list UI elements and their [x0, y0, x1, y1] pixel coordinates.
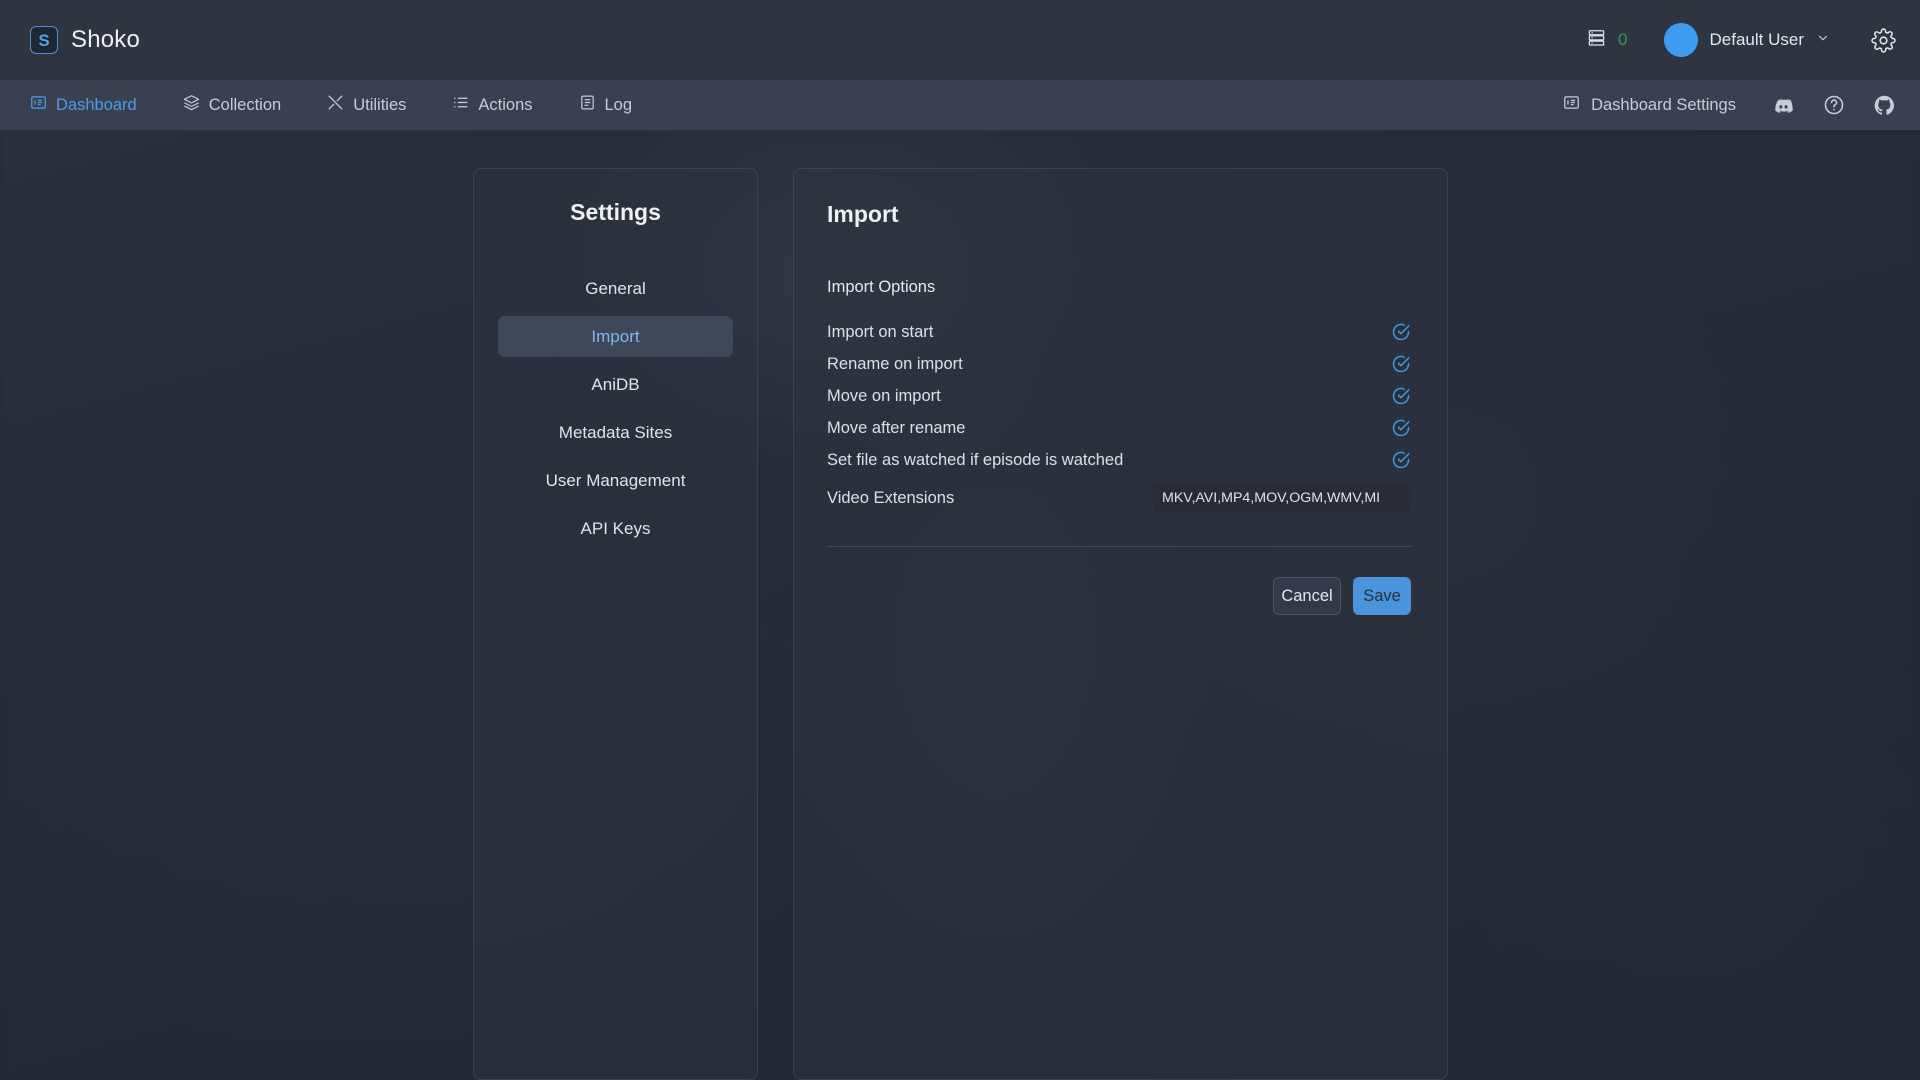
nav-item-actions[interactable]: Actions: [444, 88, 540, 122]
check-circle-icon[interactable]: [1391, 354, 1411, 374]
sidebar-item-label: User Management: [545, 470, 686, 490]
avatar: [1663, 23, 1698, 57]
document-icon: [579, 94, 596, 116]
option-row-move-on-import: Move on import: [827, 380, 1411, 412]
question-circle-icon[interactable]: [1823, 94, 1845, 116]
nav-item-label: Dashboard Settings: [1591, 95, 1736, 114]
settings-sidebar-panel: Settings General Import AniDB Metadata S…: [473, 168, 758, 1080]
app-header: S Shoko 0 Default User: [0, 0, 1920, 80]
dashboard-icon: [30, 94, 47, 116]
video-extensions-input[interactable]: [1153, 483, 1411, 513]
page-title: Import: [827, 201, 899, 227]
nav-item-dashboard[interactable]: Dashboard: [22, 88, 145, 122]
option-row-import-on-start: Import on start: [827, 316, 1411, 348]
chevron-down-icon: [1816, 31, 1830, 50]
github-icon[interactable]: [1873, 94, 1896, 117]
option-row-video-extensions: Video Extensions: [827, 478, 1411, 518]
import-settings-panel: Import Import Options Import on start Re…: [793, 168, 1448, 1080]
shoko-logo-icon: S: [30, 26, 58, 54]
nav-item-label: Utilities: [353, 95, 407, 114]
layers-icon: [183, 94, 200, 116]
option-label: Move on import: [827, 386, 941, 405]
option-row-move-after-rename: Move after rename: [827, 412, 1411, 444]
app-name: Shoko: [71, 26, 141, 53]
option-row-rename-on-import: Rename on import: [827, 348, 1411, 380]
check-circle-icon[interactable]: [1391, 418, 1411, 438]
import-options-list: Import on start Rename on import Move on…: [827, 316, 1411, 518]
app-logo[interactable]: S Shoko: [30, 26, 140, 54]
sidebar-item-general[interactable]: General: [498, 268, 733, 309]
sidebar-item-label: Import: [591, 326, 640, 346]
sidebar-item-label: Metadata Sites: [558, 422, 673, 442]
nav-item-label: Collection: [208, 95, 282, 114]
queue-status[interactable]: 0: [1587, 28, 1628, 52]
check-circle-icon[interactable]: [1391, 322, 1411, 342]
user-name: Default User: [1709, 30, 1804, 49]
list-icon: [452, 94, 469, 116]
nav-item-dashboard-settings[interactable]: Dashboard Settings: [1555, 88, 1744, 122]
settings-panel-title: Settings: [570, 199, 661, 225]
video-extensions-label: Video Extensions: [827, 488, 955, 507]
dashboard-settings-icon: [1563, 94, 1580, 116]
server-stack-icon: [1587, 28, 1606, 52]
user-menu[interactable]: Default User: [1663, 23, 1830, 57]
option-row-set-file-watched: Set file as watched if episode is watche…: [827, 444, 1411, 476]
sidebar-item-import[interactable]: Import: [498, 316, 733, 357]
nav-item-utilities[interactable]: Utilities: [319, 88, 414, 122]
option-label: Import on start: [827, 322, 934, 341]
import-options-label: Import Options: [827, 278, 936, 296]
sidebar-item-label: General: [585, 278, 646, 298]
check-circle-icon[interactable]: [1391, 386, 1411, 406]
nav-items: Dashboard Collection Utilities Actions L…: [22, 88, 640, 122]
settings-nav-list: General Import AniDB Metadata Sites User…: [474, 268, 757, 549]
nav-item-label: Actions: [478, 95, 533, 114]
nav-item-log[interactable]: Log: [571, 88, 641, 122]
option-label: Rename on import: [827, 354, 963, 373]
sidebar-item-metadata-sites[interactable]: Metadata Sites: [498, 412, 733, 453]
gear-icon[interactable]: [1868, 25, 1898, 55]
main-navbar: Dashboard Collection Utilities Actions L…: [0, 80, 1920, 130]
page-content: Settings General Import AniDB Metadata S…: [0, 130, 1920, 1080]
sidebar-item-api-keys[interactable]: API Keys: [498, 508, 733, 549]
panel-actions: Cancel Save: [827, 577, 1411, 615]
discord-icon[interactable]: [1772, 94, 1795, 117]
sidebar-item-anidb[interactable]: AniDB: [498, 364, 733, 405]
sidebar-item-user-management[interactable]: User Management: [498, 460, 733, 501]
header-right-group: 0 Default User: [1587, 23, 1898, 57]
nav-item-label: Log: [604, 95, 633, 114]
queue-count: 0: [1618, 30, 1628, 49]
option-label: Set file as watched if episode is watche…: [827, 450, 1124, 469]
panel-divider: [827, 546, 1411, 547]
navbar-right-group: Dashboard Settings: [1555, 88, 1896, 122]
nav-item-collection[interactable]: Collection: [175, 88, 289, 122]
save-button[interactable]: Save: [1353, 577, 1411, 615]
nav-item-label: Dashboard: [56, 95, 137, 114]
cancel-button[interactable]: Cancel: [1273, 577, 1341, 615]
sidebar-item-label: AniDB: [591, 374, 640, 394]
sidebar-item-label: API Keys: [580, 518, 651, 538]
option-label: Move after rename: [827, 418, 966, 437]
check-circle-icon[interactable]: [1391, 450, 1411, 470]
tools-icon: [327, 94, 344, 116]
